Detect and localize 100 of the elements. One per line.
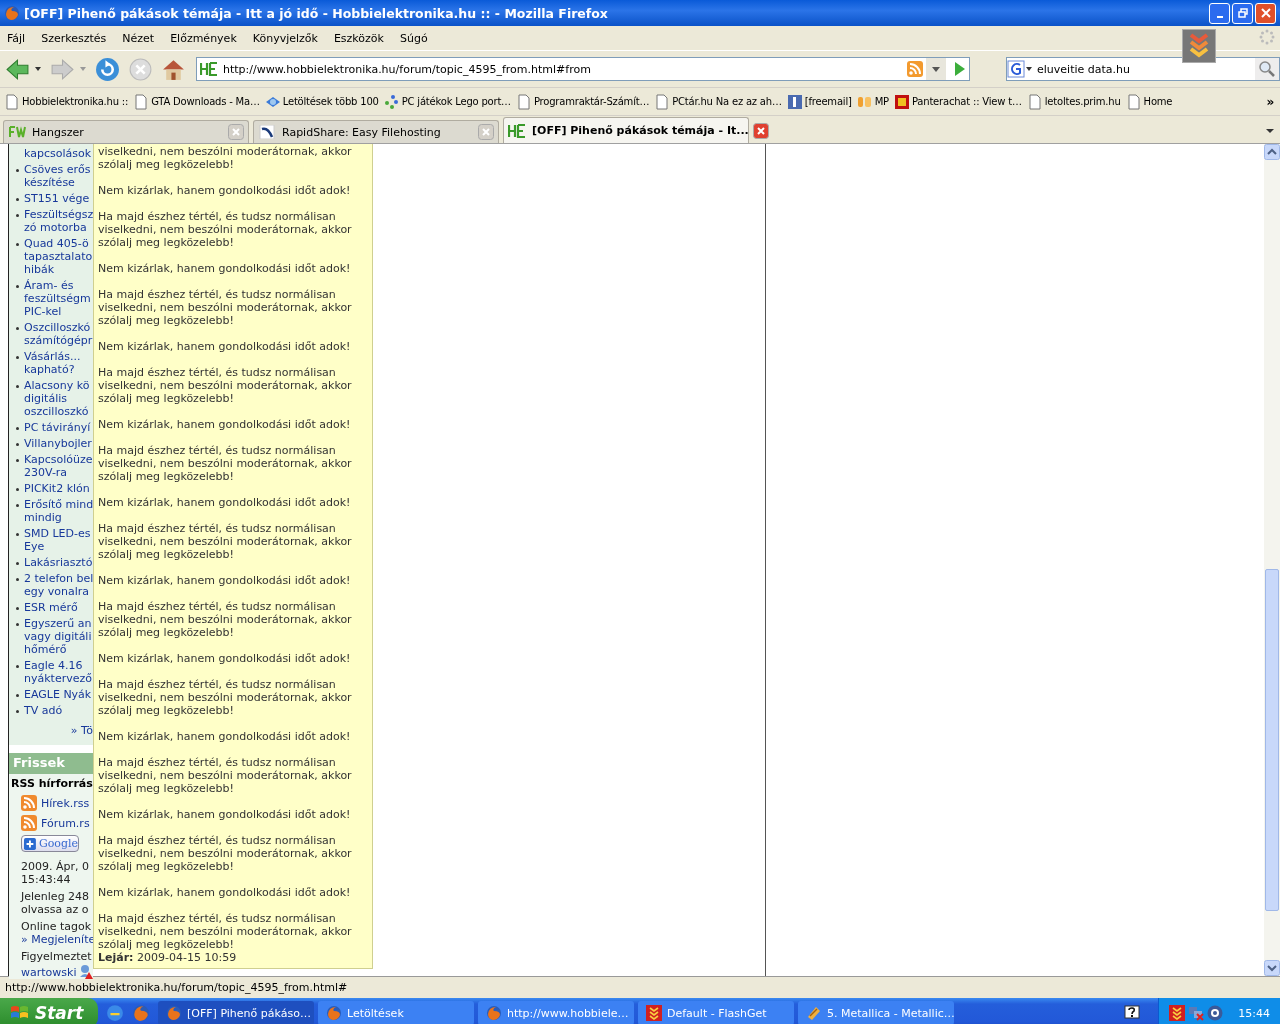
taskbar-button[interactable]: http://www.hobbiele… [478, 1001, 634, 1024]
bullet-icon [16, 504, 19, 507]
sidebar-link[interactable]: Vásárlás... kapható? [24, 350, 81, 376]
minimize-button[interactable] [1209, 2, 1230, 24]
search-field[interactable]: eluveitie data.hu [1006, 57, 1280, 81]
firefox-icon [326, 1005, 342, 1021]
sidebar-link[interactable]: 2 telefon bel egy vonalra [24, 572, 94, 598]
scroll-up-icon[interactable] [1264, 144, 1280, 160]
browser-icon[interactable] [106, 1004, 124, 1022]
sidebar-link[interactable]: Kapcsolóüze 230V-ra [24, 453, 93, 479]
more-bookmarks-button[interactable]: » [1266, 94, 1274, 109]
close-tab-icon[interactable] [228, 124, 244, 140]
address-field[interactable]: http://www.hobbielektronika.hu/forum/topic_4595_from.html#from [196, 57, 970, 81]
search-engine-icon[interactable] [1007, 60, 1035, 78]
start-button[interactable]: Start [0, 998, 98, 1024]
bullet-icon [16, 427, 19, 430]
close-tab-icon[interactable] [478, 124, 494, 140]
search-icon[interactable] [1255, 58, 1279, 80]
site-logo-icon [508, 123, 528, 138]
user-link[interactable]: » Megjeleníte [21, 933, 96, 946]
user-link[interactable]: wartowski [21, 966, 77, 979]
sidebar-link[interactable]: PICKit2 klón [24, 482, 90, 495]
dropdown-icon[interactable] [926, 58, 946, 80]
help-icon[interactable] [1124, 1005, 1141, 1021]
sidebar-link[interactable]: Csöves erős készítése [24, 163, 91, 189]
sidebar-link[interactable]: Áram- és feszültségm PIC-kel [24, 279, 91, 318]
menu-item[interactable]: Szerkesztés [41, 31, 107, 45]
close-icon [1260, 8, 1271, 18]
bookmark-item[interactable]: Panterachat :: View t… [893, 93, 1022, 110]
taskbar-button[interactable]: 5. Metallica - Metallic… [798, 1001, 954, 1024]
rss-feed-icon [21, 795, 37, 811]
firefox-icon[interactable] [132, 1004, 150, 1022]
bookmark-item[interactable]: Letöltések több 100 [264, 93, 379, 110]
sidebar-link[interactable]: Erősítő mind mindig [24, 498, 94, 524]
reload-icon[interactable] [95, 56, 120, 82]
scroll-down-icon[interactable] [1264, 960, 1280, 976]
bullet-icon [16, 665, 19, 668]
bookmark-item[interactable]: PCtár.hu Na ez az ah… [654, 93, 782, 110]
player-icon [806, 1005, 822, 1021]
bookmark-item[interactable]: GTA Downloads - Ma… [133, 93, 260, 110]
menu-item[interactable]: Nézet [122, 31, 155, 45]
tooltip-text: Nem kizárlak, hanem gondolkodási időt adok! [98, 262, 352, 275]
bookmark-item[interactable]: Home [1125, 93, 1173, 110]
sidebar-link[interactable]: ESR mérő [24, 601, 78, 614]
sidebar-link[interactable]: Villanybojler [24, 437, 92, 450]
feed-link[interactable]: Fórum.rs [41, 816, 90, 830]
bullet-icon [16, 443, 19, 446]
sidebar-link[interactable]: Eagle 4.16 nyáktervező [24, 659, 92, 685]
bookmark-item[interactable]: letoltes.prim.hu [1026, 93, 1121, 110]
status-text: http://www.hobbielektronika.hu/forum/topic_4595_from.html# [5, 981, 348, 994]
circle-a-icon[interactable] [1207, 1005, 1224, 1021]
tooltip-text: Nem kizárlak, hanem gondolkodási időt adok! [98, 652, 352, 665]
bookmark-item[interactable]: Hobbielektronika.hu :: [4, 93, 129, 110]
menu-item[interactable]: Könyvjelzők [252, 31, 318, 45]
sidebar-link[interactable]: Quad 405-ö tapasztalato hibák [24, 237, 93, 276]
add-to-google-button[interactable]: Google [21, 835, 79, 852]
site-logo-icon [258, 125, 278, 139]
bullet-icon [16, 710, 19, 713]
user-warning-icon [78, 963, 95, 979]
sidebar-link[interactable]: EAGLE Nyák [24, 688, 92, 701]
taskbar-button[interactable]: Letöltések [318, 1001, 474, 1024]
back-arrow-icon[interactable] [5, 56, 30, 82]
menu-item[interactable]: Eszközök [333, 31, 384, 45]
browser-tab[interactable]: RapidShare: Easy Filehosting [253, 120, 499, 143]
dropdown-icon[interactable] [34, 65, 42, 73]
more-link[interactable]: » Tö [70, 724, 93, 737]
bookmark-item[interactable]: PC játékok Lego port… [383, 93, 511, 110]
bookmark-item[interactable]: MP [856, 93, 889, 110]
sidebar-link[interactable]: Alacsony kö digitális oszcilloszkó [24, 379, 90, 418]
download-arrows-icon[interactable] [1169, 1005, 1186, 1021]
sidebar-link[interactable]: ST151 vége [24, 192, 90, 205]
sidebar-link[interactable]: kapcsolások [16, 147, 93, 160]
bookmark-item[interactable]: [freemail] [786, 93, 852, 110]
square-icon [786, 93, 803, 110]
sidebar-link[interactable]: Oszcilloszkó számítógépr [24, 321, 93, 347]
browser-tab[interactable]: Hangszer [3, 120, 249, 143]
taskbar-button[interactable]: [OFF] Pihenő pákáso… [158, 1001, 314, 1024]
bookmark-item[interactable]: Programraktár-Számít… [515, 93, 650, 110]
vertical-scrollbar[interactable] [1264, 144, 1280, 976]
close-tab-icon[interactable] [752, 122, 769, 139]
close-button[interactable] [1255, 2, 1276, 24]
taskbar-button[interactable]: Default - FlashGet [638, 1001, 794, 1024]
menu-item[interactable]: Előzmények [170, 31, 237, 45]
menu-item[interactable]: Súgó [399, 31, 428, 45]
minimize-icon [1216, 16, 1223, 18]
sidebar-link[interactable]: Feszültségsz zó motorba [24, 208, 94, 234]
expiry-label: Lejár: [98, 951, 134, 964]
tooltip-text: Ha majd észhez tértél, és tudsz normálisan viselkedni, nem beszólni moderátornak, akkor szólalj meg legközelebb! [98, 834, 353, 873]
sidebar-link[interactable]: SMD LED-es Eye [24, 527, 91, 553]
sidebar-link[interactable]: Egyszerű an vagy digitáli hőmérő [24, 617, 92, 656]
page-icon [1125, 93, 1142, 110]
download-arrows-icon[interactable] [1182, 29, 1216, 63]
sidebar-link[interactable]: TV adó [24, 704, 63, 717]
rss-feed-icon[interactable] [907, 61, 923, 77]
menu-item[interactable]: Fájl [7, 31, 26, 45]
tooltip-text: Ha majd észhez tértél, és tudsz normálisan viselkedni, nem beszólni moderátornak, akkor szólalj meg legközelebb! [98, 912, 353, 951]
feed-link[interactable]: Hírek.rss [41, 796, 90, 810]
sidebar-link[interactable]: Lakásriasztó [24, 556, 93, 569]
sidebar-link[interactable]: PC távirányí [24, 421, 91, 434]
restore-button[interactable] [1232, 2, 1253, 24]
